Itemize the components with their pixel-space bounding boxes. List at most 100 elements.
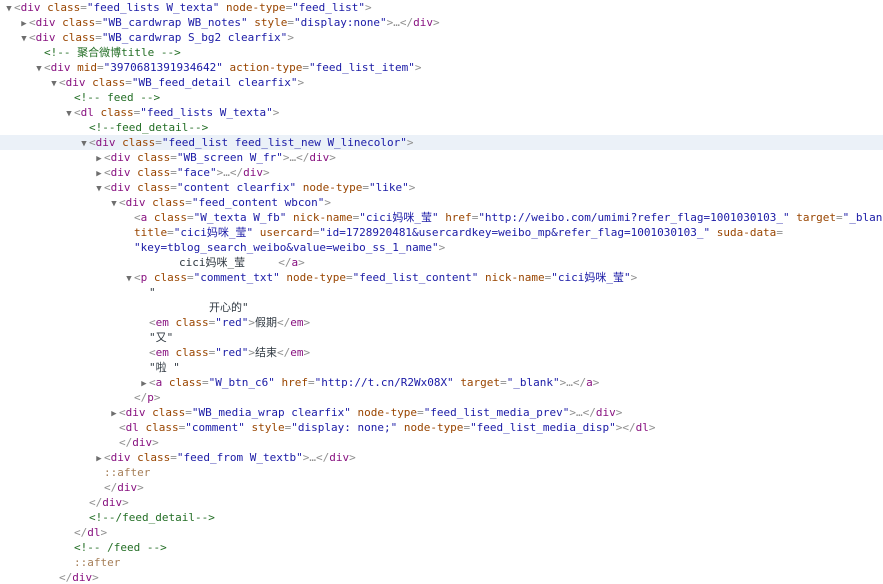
token-punct: > <box>248 346 255 359</box>
token-punct: </ <box>399 16 414 29</box>
token-tag: div <box>309 151 330 164</box>
expand-triangle-right-icon[interactable]: ▶ <box>94 152 104 165</box>
expand-triangle-right-icon[interactable]: ▶ <box>139 377 149 390</box>
dom-elements-tree[interactable]: ▼ <div class="feed_lists W_texta" node-ty… <box>0 0 883 584</box>
token-punct <box>162 376 169 389</box>
expand-triangle-right-icon[interactable]: ▶ <box>94 167 104 180</box>
dom-tree-row[interactable]: ▼ <div class="feed_content wbcon"> <box>0 195 883 210</box>
token-punct: </ <box>582 406 596 419</box>
dom-tree-row[interactable]: ▼ <p class="comment_txt" node-type="feed_… <box>0 270 883 285</box>
expand-triangle-down-icon[interactable]: ▼ <box>79 137 89 150</box>
dom-tree-row[interactable]: ▶ <div class="face">…</div> <box>0 165 883 180</box>
dom-tree-row[interactable]: ▶ <div class="WB_cardwrap WB_notes" style… <box>0 15 883 30</box>
dom-tree-row[interactable]: "啦 " <box>0 360 883 375</box>
token-tag: div <box>125 406 146 419</box>
dom-tree-row[interactable]: </div> <box>0 435 883 450</box>
dom-tree-row[interactable]: </div> <box>0 495 883 510</box>
token-tag: div <box>110 166 131 179</box>
dom-tree-row[interactable]: <dl class="comment" style="display: none… <box>0 420 883 435</box>
expand-triangle-down-icon[interactable]: ▼ <box>109 197 119 210</box>
token-attr: action-type <box>229 61 303 74</box>
token-tag: div <box>95 136 116 149</box>
dom-tree-row[interactable]: <!-- 聚合微博title --> <box>0 45 883 60</box>
expand-triangle-right-icon[interactable]: ▶ <box>19 17 29 30</box>
token-tag: div <box>413 16 434 29</box>
dom-tree-row[interactable]: ▼ <div class="WB_cardwrap S_bg2 clearfix"… <box>0 30 883 45</box>
dom-tree-row[interactable]: " <box>0 285 883 300</box>
dom-tree-row[interactable]: ▼ <div class="feed_list feed_list_new W_l… <box>0 135 883 150</box>
token-punct: > <box>152 436 159 449</box>
dom-tree-row[interactable]: "又" <box>0 330 883 345</box>
dom-tree-row[interactable]: ::after <box>0 555 883 570</box>
dom-tree-row[interactable]: <!-- /feed --> <box>0 540 883 555</box>
dom-tree-row[interactable]: <!--feed_detail--> <box>0 120 883 135</box>
token-value: "cici妈咪_莹" <box>551 271 631 284</box>
token-punct: > <box>414 61 422 74</box>
token-punct: > <box>433 16 440 29</box>
dom-tree-row[interactable]: </div> <box>0 570 883 584</box>
dom-tree-row[interactable]: ▼ <div mid="3970681391934642" action-type… <box>0 60 883 75</box>
token-value: "feed_from W_textb" <box>176 451 303 464</box>
dom-tree-row[interactable]: </div> <box>0 480 883 495</box>
expand-triangle-down-icon[interactable]: ▼ <box>94 182 104 195</box>
dom-tree-row[interactable]: ▼ <div class="feed_lists W_texta" node-ty… <box>0 0 883 15</box>
token-tag: div <box>132 436 153 449</box>
token-comment: <!-- /feed --> <box>74 541 167 554</box>
token-value: "content clearfix" <box>176 181 297 194</box>
token-punct <box>253 226 260 239</box>
expand-triangle-down-icon[interactable]: ▼ <box>34 62 44 75</box>
dom-tree-row[interactable]: <!--/feed_detail--> <box>0 510 883 525</box>
dom-tree-row[interactable]: </dl> <box>0 525 883 540</box>
dom-tree-row[interactable]: <!-- feed --> <box>0 90 883 105</box>
token-punct: < <box>149 316 156 329</box>
dom-tree-row[interactable]: "key=tblog_search_weibo&value=weibo_ss_1… <box>0 240 883 255</box>
token-punct <box>147 211 154 224</box>
token-punct: = <box>170 181 177 194</box>
expand-triangle-right-icon[interactable]: ▶ <box>94 452 104 465</box>
token-value: "display:none" <box>293 16 387 29</box>
token-punct: = <box>170 151 177 164</box>
dom-tree-row[interactable]: <em class="red">假期</em> <box>0 315 883 330</box>
token-attr: class <box>152 406 186 419</box>
token-punct: > <box>648 421 656 434</box>
token-punct <box>147 271 154 284</box>
expand-triangle-right-icon[interactable]: ▶ <box>109 407 119 420</box>
expand-triangle-down-icon[interactable]: ▼ <box>124 272 134 285</box>
dom-tree-row[interactable]: <em class="red">结束</em> <box>0 345 883 360</box>
dom-tree-row[interactable]: cici妈咪_莹 </a> <box>0 255 883 270</box>
dom-tree-row[interactable]: ▶ <a class="W_btn_c6" href="http://t.cn/R… <box>0 375 883 390</box>
dom-tree-row[interactable]: ▼ <div class="WB_feed_detail clearfix"> <box>0 75 883 90</box>
dom-tree-row[interactable]: ▶ <div class="WB_media_wrap clearfix" nod… <box>0 405 883 420</box>
token-attr: class <box>47 1 81 14</box>
token-punct: = <box>95 31 102 44</box>
token-punct: < <box>134 271 141 284</box>
token-punct: = <box>125 76 132 89</box>
token-punct: = <box>97 61 104 74</box>
expand-triangle-down-icon[interactable]: ▼ <box>4 2 14 15</box>
dom-tree-row[interactable]: ▼ <dl class="feed_lists W_texta"> <box>0 105 883 120</box>
token-tag: div <box>72 571 93 584</box>
dom-tree-row[interactable]: ▶ <div class="WB_screen W_fr">…</div> <box>0 150 883 165</box>
dom-tree-row[interactable]: ▶ <div class="feed_from W_textb">…</div> <box>0 450 883 465</box>
expand-triangle-down-icon[interactable]: ▼ <box>49 77 59 90</box>
token-value: "W_btn_c6" <box>208 376 275 389</box>
expand-triangle-down-icon[interactable]: ▼ <box>64 107 74 120</box>
expand-triangle-down-icon[interactable]: ▼ <box>19 32 29 45</box>
token-punct: > <box>287 31 294 44</box>
dom-tree-row[interactable]: </p> <box>0 390 883 405</box>
token-tag: div <box>35 16 56 29</box>
token-attr: class <box>100 106 134 119</box>
dom-tree-row[interactable]: ▼ <div class="content clearfix" node-type… <box>0 180 883 195</box>
dom-tree-row[interactable]: title="cici妈咪_莹" usercard="id=1728920481… <box>0 225 883 240</box>
dom-tree-row[interactable]: ::after <box>0 465 883 480</box>
token-text: 开心的" <box>209 301 249 314</box>
token-value: "http://weibo.com/umimi?refer_flag=10010… <box>478 211 790 224</box>
dom-tree-row[interactable]: <a class="W_texta W_fb" nick-name="cici妈… <box>0 210 883 225</box>
dom-tree-row[interactable]: 开心的" <box>0 300 883 315</box>
